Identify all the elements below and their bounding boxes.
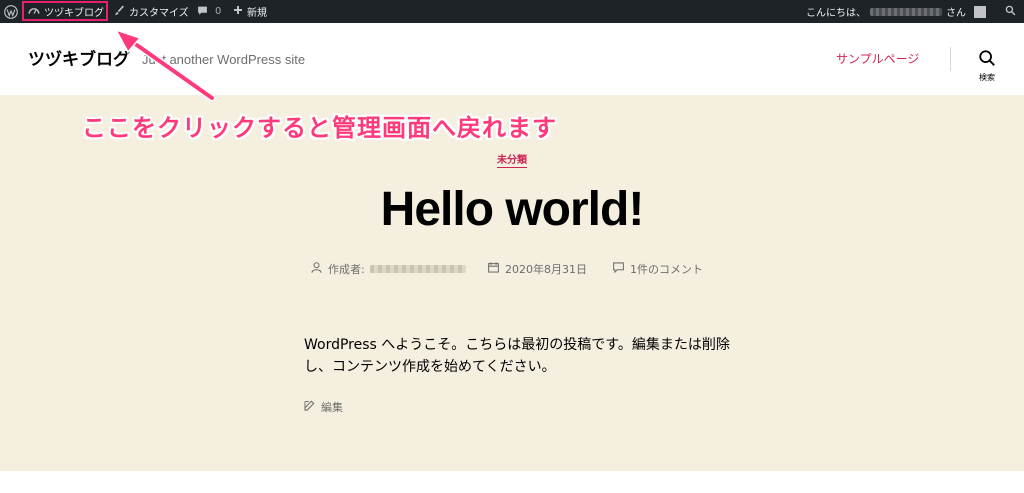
- search-toggle-button[interactable]: 検索: [972, 49, 1002, 83]
- site-header: ツヅキブログ Just another WordPress site サンプルペ…: [0, 23, 1024, 95]
- admin-bar-customize-label: カスタマイズ: [129, 8, 189, 19]
- blurred-username: [870, 7, 942, 16]
- greeting-suffix: さん: [946, 8, 966, 19]
- header-divider: [950, 47, 951, 71]
- admin-bar: ツヅキブログ カスタマイズ 0 新規 こんにちは、 さん: [0, 0, 1024, 23]
- comments-count: 0: [215, 6, 222, 17]
- plus-icon: [233, 5, 243, 18]
- paintbrush-icon: [114, 5, 125, 19]
- site-title[interactable]: ツヅキブログ: [28, 45, 130, 70]
- comment-icon: [612, 261, 625, 277]
- pencil-icon: [303, 399, 316, 415]
- post-content: WordPress へようこそ。こちらは最初の投稿です。編集または削除し、コンテ…: [304, 337, 730, 375]
- comments-link[interactable]: 1件のコメント: [630, 261, 703, 277]
- admin-bar-new[interactable]: 新規: [233, 0, 267, 23]
- search-label: 検索: [979, 73, 995, 82]
- author-label: 作成者:: [328, 263, 365, 276]
- admin-bar-comments[interactable]: 0: [197, 0, 221, 23]
- admin-bar-my-account[interactable]: こんにちは、 さん: [806, 0, 986, 23]
- category-link[interactable]: 未分類: [497, 155, 527, 168]
- admin-bar-site-name: ツヅキブログ: [44, 7, 104, 19]
- post-category: 未分類: [0, 151, 1024, 168]
- avatar: [974, 5, 986, 18]
- admin-bar-search[interactable]: [1005, 0, 1016, 23]
- search-icon: [1005, 5, 1016, 19]
- speech-bubble-icon: [197, 5, 208, 19]
- edit-label: 編集: [321, 401, 343, 414]
- site-description: Just another WordPress site: [142, 52, 306, 67]
- nav-item-sample-page[interactable]: サンプルページ: [836, 50, 919, 67]
- post-edit-link[interactable]: 編集: [303, 399, 343, 415]
- dashboard-gauge-icon: [28, 5, 40, 18]
- post-meta-author: 作成者:: [310, 261, 466, 277]
- wordpress-logo-icon[interactable]: [2, 0, 20, 23]
- annotation-text: ここをクリックすると管理画面へ戻れます: [82, 114, 557, 142]
- blurred-author-name[interactable]: [369, 265, 466, 273]
- admin-bar-new-label: 新規: [247, 8, 267, 19]
- search-icon: [978, 50, 996, 71]
- post-title[interactable]: Hello world!: [0, 182, 1024, 237]
- post-date[interactable]: 2020年8月31日: [505, 261, 587, 277]
- user-icon: [310, 261, 323, 277]
- post-meta-date: 2020年8月31日: [487, 261, 587, 277]
- post-meta-comments: 1件のコメント: [612, 261, 703, 277]
- greeting-prefix: こんにちは、: [806, 8, 866, 19]
- calendar-icon: [487, 261, 500, 277]
- footer-strip: [0, 471, 1024, 493]
- admin-bar-site-link[interactable]: ツヅキブログ: [22, 1, 108, 21]
- admin-bar-customize[interactable]: カスタマイズ: [114, 0, 189, 23]
